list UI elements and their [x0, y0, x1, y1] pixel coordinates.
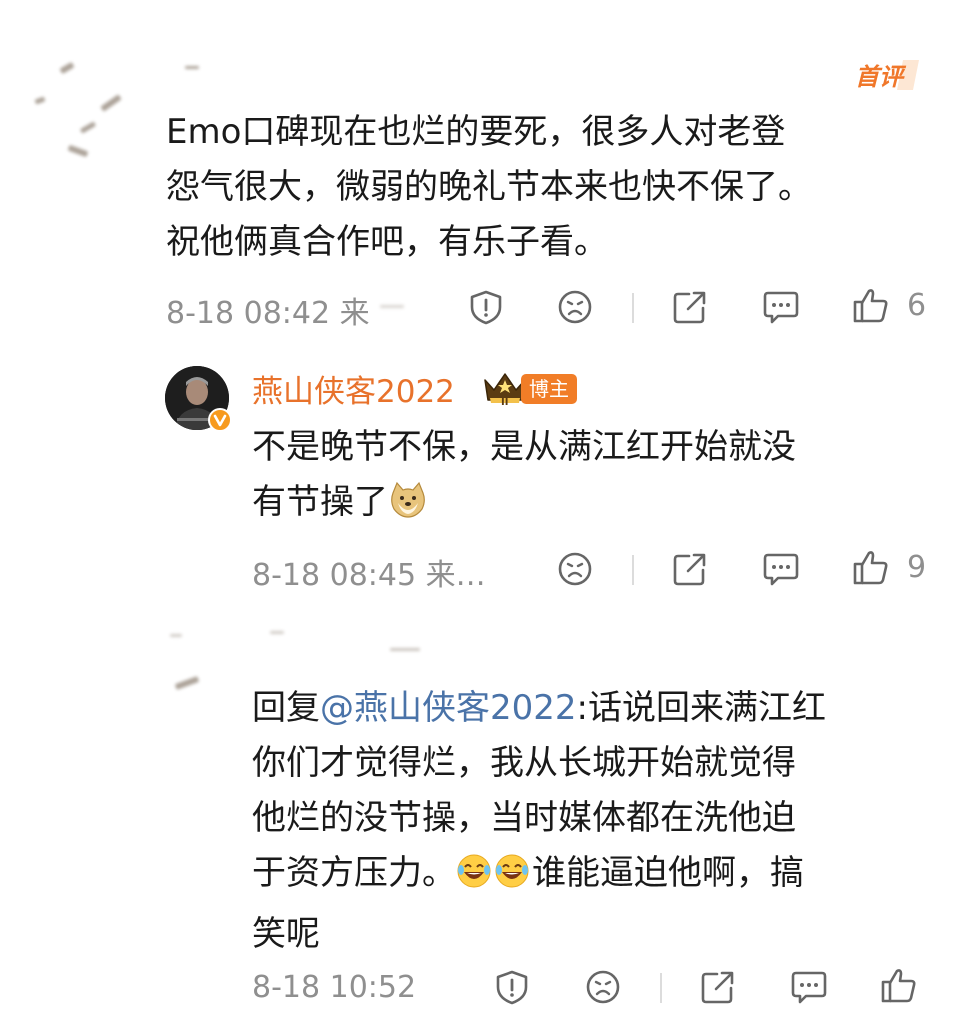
svg-text:II: II	[501, 397, 508, 408]
like-icon[interactable]	[852, 287, 890, 325]
laugh-cry-emoji	[456, 852, 532, 907]
dislike-icon[interactable]	[585, 969, 621, 1005]
like-icon[interactable]	[880, 967, 918, 1005]
first-comment-badge: 首评	[853, 58, 919, 92]
username[interactable]: 燕山侠客2022	[252, 366, 455, 411]
comment-icon[interactable]	[762, 289, 800, 325]
author-tag: 博主	[521, 374, 577, 404]
share-icon[interactable]	[700, 969, 736, 1005]
action-divider	[632, 293, 634, 323]
comment-icon[interactable]	[762, 551, 800, 587]
verified-icon	[208, 408, 232, 432]
comment-1-timestamp: 8-18 08:42 来	[166, 296, 370, 331]
like-count: 6	[907, 288, 927, 323]
svg-text:首评: 首评	[855, 63, 907, 91]
action-divider	[632, 555, 634, 585]
report-icon[interactable]	[494, 969, 530, 1005]
share-icon[interactable]	[672, 289, 708, 325]
share-icon[interactable]	[672, 551, 708, 587]
comment-icon[interactable]	[790, 969, 828, 1005]
doge-emoji	[388, 481, 428, 536]
reply-1-text: 不是晚节不保，是从满江红开始就没 有节操了	[252, 420, 932, 536]
report-icon[interactable]	[468, 289, 504, 325]
reply-2-text: 回复@燕山侠客2022:话说回来满江红 你们才觉得烂，我从长城开始就觉得 他烂的…	[252, 688, 826, 954]
like-count: 9	[907, 550, 927, 585]
mention-link[interactable]: @燕山侠客2022	[320, 688, 577, 728]
dislike-icon[interactable]	[557, 289, 593, 325]
reply-2-timestamp: 8-18 10:52	[252, 970, 417, 1005]
dislike-icon[interactable]	[557, 551, 593, 587]
reply-1-timestamp: 8-18 08:45 来…	[252, 558, 486, 593]
comment-1-text: Emo口碑现在也烂的要死，很多人对老登 怨气很大，微弱的晚礼节本来也快不保了。 …	[166, 112, 812, 262]
action-divider	[660, 973, 662, 1003]
like-icon[interactable]	[852, 549, 890, 587]
